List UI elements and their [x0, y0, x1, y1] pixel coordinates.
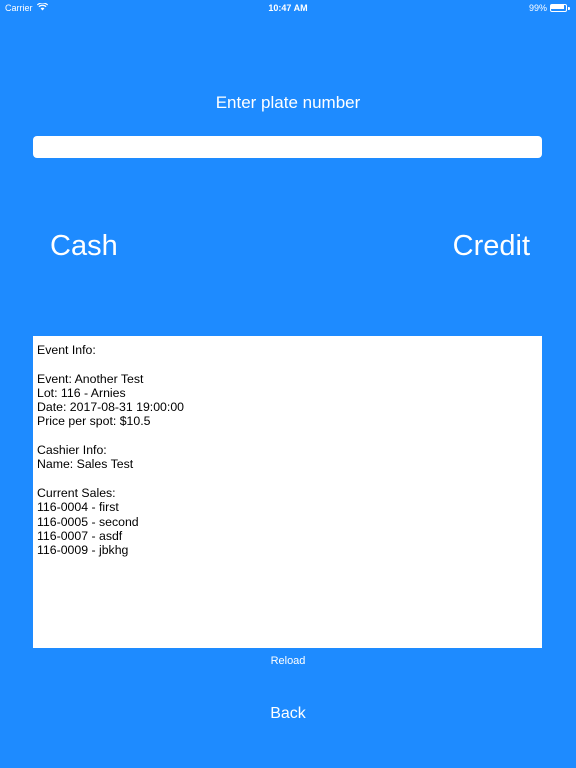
plate-number-input[interactable] — [33, 136, 542, 158]
battery-tip — [568, 6, 570, 10]
info-line: 116-0005 - second — [37, 514, 139, 529]
info-line: 116-0009 - jbkhg — [37, 543, 129, 558]
reload-button[interactable]: Reload — [0, 655, 576, 667]
info-line: 116-0007 - asdf — [37, 528, 123, 543]
back-button[interactable]: Back — [0, 705, 576, 723]
info-line: Cashier Info: — [37, 443, 107, 458]
cash-button[interactable]: Cash — [50, 228, 118, 264]
info-line: 116-0004 - first — [37, 500, 119, 515]
info-line: Event Info: — [37, 343, 96, 357]
info-line: Price per spot: $10.5 — [37, 414, 151, 429]
info-line: Event: Another Test — [37, 371, 144, 386]
battery-fill — [551, 4, 564, 9]
info-line: Current Sales: — [37, 485, 116, 500]
credit-button[interactable]: Credit — [453, 228, 530, 264]
plate-number-label: Enter plate number — [215, 93, 361, 112]
info-line — [37, 472, 538, 486]
battery-icon — [550, 3, 570, 13]
status-right: 99% — [529, 3, 570, 13]
info-line: Name: Sales Test — [37, 457, 134, 472]
info-text-view[interactable]: Event Info: Event: Another Test Lot: 116 -… — [33, 336, 542, 648]
info-line — [37, 429, 538, 443]
info-line: Date: 2017-08-31 19:00:00 — [37, 400, 184, 415]
status-bar: Carrier 10:47 AM 99% — [0, 0, 576, 16]
info-line — [37, 357, 538, 371]
battery-percent: 99% — [528, 3, 547, 13]
info-line: Lot: 116 - Arnies — [37, 385, 126, 400]
clock: 10:47 AM — [268, 3, 308, 13]
